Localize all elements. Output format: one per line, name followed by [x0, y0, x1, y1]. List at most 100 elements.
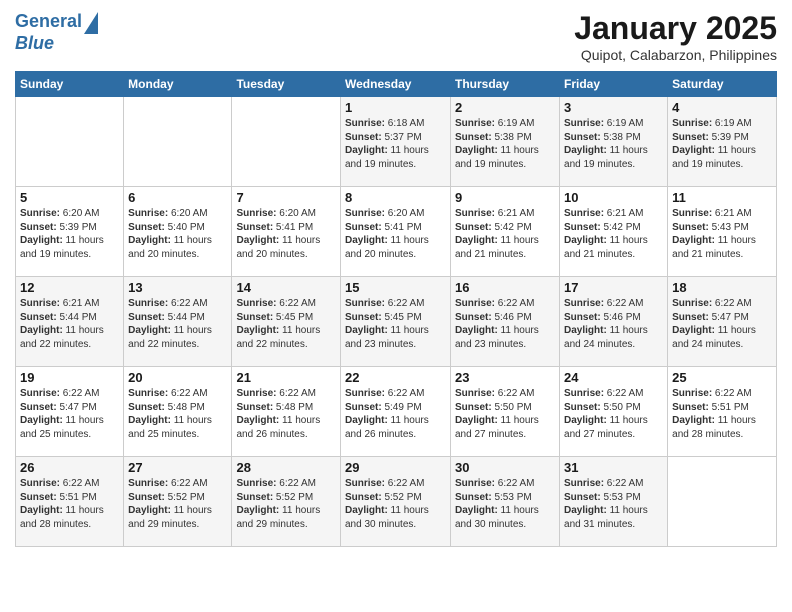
calendar-cell: 26 Sunrise: 6:22 AMSunset: 5:51 PMDayligh…	[16, 457, 124, 547]
day-info: Sunrise: 6:20 AMSunset: 5:41 PMDaylight:…	[345, 207, 446, 261]
day-info: Sunrise: 6:20 AMSunset: 5:41 PMDaylight:…	[236, 207, 336, 261]
day-number: 12	[20, 280, 119, 295]
day-info: Sunrise: 6:22 AMSunset: 5:46 PMDaylight:…	[564, 297, 663, 351]
day-number: 27	[128, 460, 227, 475]
calendar-subtitle: Quipot, Calabarzon, Philippines	[574, 47, 777, 63]
calendar-week-3: 12 Sunrise: 6:21 AMSunset: 5:44 PMDayligh…	[16, 277, 777, 367]
header-row: Sunday Monday Tuesday Wednesday Thursday…	[16, 72, 777, 97]
day-number: 28	[236, 460, 336, 475]
day-info: Sunrise: 6:22 AMSunset: 5:52 PMDaylight:…	[128, 477, 227, 531]
day-number: 11	[672, 190, 772, 205]
day-number: 13	[128, 280, 227, 295]
calendar-cell: 30 Sunrise: 6:22 AMSunset: 5:53 PMDayligh…	[451, 457, 560, 547]
day-info: Sunrise: 6:22 AMSunset: 5:45 PMDaylight:…	[345, 297, 446, 351]
logo: General Blue	[15, 10, 98, 54]
col-monday: Monday	[124, 72, 232, 97]
calendar-cell: 16Sunrise: 6:22 AMSunset: 5:46 PMDayligh…	[451, 277, 560, 367]
calendar-cell: 7Sunrise: 6:20 AMSunset: 5:41 PMDaylight…	[232, 187, 341, 277]
day-number: 19	[20, 370, 119, 385]
day-number: 1	[345, 100, 446, 115]
calendar-cell	[232, 97, 341, 187]
day-info: Sunrise: 6:22 AMSunset: 5:53 PMDaylight:…	[564, 477, 663, 531]
calendar-cell: 5Sunrise: 6:20 AMSunset: 5:39 PMDaylight…	[16, 187, 124, 277]
day-number: 9	[455, 190, 555, 205]
day-info: Sunrise: 6:22 AMSunset: 5:44 PMDaylight:…	[128, 297, 227, 351]
day-info: Sunrise: 6:22 AMSunset: 5:53 PMDaylight:…	[455, 477, 555, 531]
day-info: Sunrise: 6:19 AMSunset: 5:38 PMDaylight:…	[564, 117, 663, 171]
day-number: 18	[672, 280, 772, 295]
calendar-cell: 15 Sunrise: 6:22 AMSunset: 5:45 PMDayligh…	[341, 277, 451, 367]
col-wednesday: Wednesday	[341, 72, 451, 97]
day-number: 17	[564, 280, 663, 295]
col-saturday: Saturday	[668, 72, 777, 97]
calendar-cell: 3 Sunrise: 6:19 AMSunset: 5:38 PMDaylight…	[560, 97, 668, 187]
day-number: 2	[455, 100, 555, 115]
calendar-cell: 2 Sunrise: 6:19 AMSunset: 5:38 PMDaylight…	[451, 97, 560, 187]
col-sunday: Sunday	[16, 72, 124, 97]
calendar-cell: 24Sunrise: 6:22 AMSunset: 5:50 PMDayligh…	[560, 367, 668, 457]
day-info: Sunrise: 6:22 AMSunset: 5:51 PMDaylight:…	[672, 387, 772, 441]
day-info: Sunrise: 6:21 AMSunset: 5:42 PMDaylight:…	[455, 207, 555, 261]
day-number: 24	[564, 370, 663, 385]
calendar-table: Sunday Monday Tuesday Wednesday Thursday…	[15, 71, 777, 547]
header: General Blue January 2025 Quipot, Calaba…	[15, 10, 777, 63]
calendar-cell: 29Sunrise: 6:22 AMSunset: 5:52 PMDayligh…	[341, 457, 451, 547]
calendar-cell: 31Sunrise: 6:22 AMSunset: 5:53 PMDayligh…	[560, 457, 668, 547]
calendar-cell: 6 Sunrise: 6:20 AMSunset: 5:40 PMDaylight…	[124, 187, 232, 277]
day-number: 8	[345, 190, 446, 205]
day-info: Sunrise: 6:20 AMSunset: 5:40 PMDaylight:…	[128, 207, 227, 261]
day-number: 29	[345, 460, 446, 475]
logo-text-general: General	[15, 12, 82, 32]
page: General Blue January 2025 Quipot, Calaba…	[0, 0, 792, 612]
day-info: Sunrise: 6:22 AMSunset: 5:47 PMDaylight:…	[20, 387, 119, 441]
logo-text-blue: Blue	[15, 34, 54, 54]
calendar-cell: 27 Sunrise: 6:22 AMSunset: 5:52 PMDayligh…	[124, 457, 232, 547]
calendar-cell: 4 Sunrise: 6:19 AMSunset: 5:39 PMDaylight…	[668, 97, 777, 187]
calendar-cell: 17 Sunrise: 6:22 AMSunset: 5:46 PMDayligh…	[560, 277, 668, 367]
calendar-cell: 10 Sunrise: 6:21 AMSunset: 5:42 PMDayligh…	[560, 187, 668, 277]
day-number: 21	[236, 370, 336, 385]
calendar-title: January 2025	[574, 10, 777, 47]
day-number: 30	[455, 460, 555, 475]
calendar-cell: 14 Sunrise: 6:22 AMSunset: 5:45 PMDayligh…	[232, 277, 341, 367]
day-number: 20	[128, 370, 227, 385]
day-info: Sunrise: 6:22 AMSunset: 5:52 PMDaylight:…	[236, 477, 336, 531]
day-number: 6	[128, 190, 227, 205]
day-info: Sunrise: 6:22 AMSunset: 5:45 PMDaylight:…	[236, 297, 336, 351]
day-info: Sunrise: 6:21 AMSunset: 5:42 PMDaylight:…	[564, 207, 663, 261]
day-info: Sunrise: 6:19 AMSunset: 5:38 PMDaylight:…	[455, 117, 555, 171]
calendar-cell: 25 Sunrise: 6:22 AMSunset: 5:51 PMDayligh…	[668, 367, 777, 457]
calendar-cell: 18Sunrise: 6:22 AMSunset: 5:47 PMDayligh…	[668, 277, 777, 367]
day-number: 22	[345, 370, 446, 385]
calendar-header: Sunday Monday Tuesday Wednesday Thursday…	[16, 72, 777, 97]
calendar-cell: 8 Sunrise: 6:20 AMSunset: 5:41 PMDaylight…	[341, 187, 451, 277]
day-number: 15	[345, 280, 446, 295]
day-info: Sunrise: 6:22 AMSunset: 5:48 PMDaylight:…	[128, 387, 227, 441]
day-info: Sunrise: 6:22 AMSunset: 5:46 PMDaylight:…	[455, 297, 555, 351]
day-number: 14	[236, 280, 336, 295]
calendar-cell	[16, 97, 124, 187]
calendar-body: 1Sunrise: 6:18 AMSunset: 5:37 PMDaylight…	[16, 97, 777, 547]
day-info: Sunrise: 6:22 AMSunset: 5:50 PMDaylight:…	[455, 387, 555, 441]
day-info: Sunrise: 6:22 AMSunset: 5:51 PMDaylight:…	[20, 477, 119, 531]
calendar-cell: 23 Sunrise: 6:22 AMSunset: 5:50 PMDayligh…	[451, 367, 560, 457]
day-info: Sunrise: 6:21 AMSunset: 5:44 PMDaylight:…	[20, 297, 119, 351]
day-info: Sunrise: 6:22 AMSunset: 5:49 PMDaylight:…	[345, 387, 446, 441]
calendar-week-2: 5Sunrise: 6:20 AMSunset: 5:39 PMDaylight…	[16, 187, 777, 277]
day-number: 25	[672, 370, 772, 385]
calendar-cell: 28 Sunrise: 6:22 AMSunset: 5:52 PMDayligh…	[232, 457, 341, 547]
day-number: 23	[455, 370, 555, 385]
day-number: 26	[20, 460, 119, 475]
day-number: 4	[672, 100, 772, 115]
calendar-week-4: 19 Sunrise: 6:22 AMSunset: 5:47 PMDayligh…	[16, 367, 777, 457]
calendar-week-1: 1Sunrise: 6:18 AMSunset: 5:37 PMDaylight…	[16, 97, 777, 187]
day-info: Sunrise: 6:19 AMSunset: 5:39 PMDaylight:…	[672, 117, 772, 171]
calendar-week-5: 26 Sunrise: 6:22 AMSunset: 5:51 PMDayligh…	[16, 457, 777, 547]
day-number: 10	[564, 190, 663, 205]
day-number: 3	[564, 100, 663, 115]
calendar-cell	[668, 457, 777, 547]
calendar-cell	[124, 97, 232, 187]
calendar-cell: 11Sunrise: 6:21 AMSunset: 5:43 PMDayligh…	[668, 187, 777, 277]
calendar-cell: 19 Sunrise: 6:22 AMSunset: 5:47 PMDayligh…	[16, 367, 124, 457]
calendar-cell: 13 Sunrise: 6:22 AMSunset: 5:44 PMDayligh…	[124, 277, 232, 367]
